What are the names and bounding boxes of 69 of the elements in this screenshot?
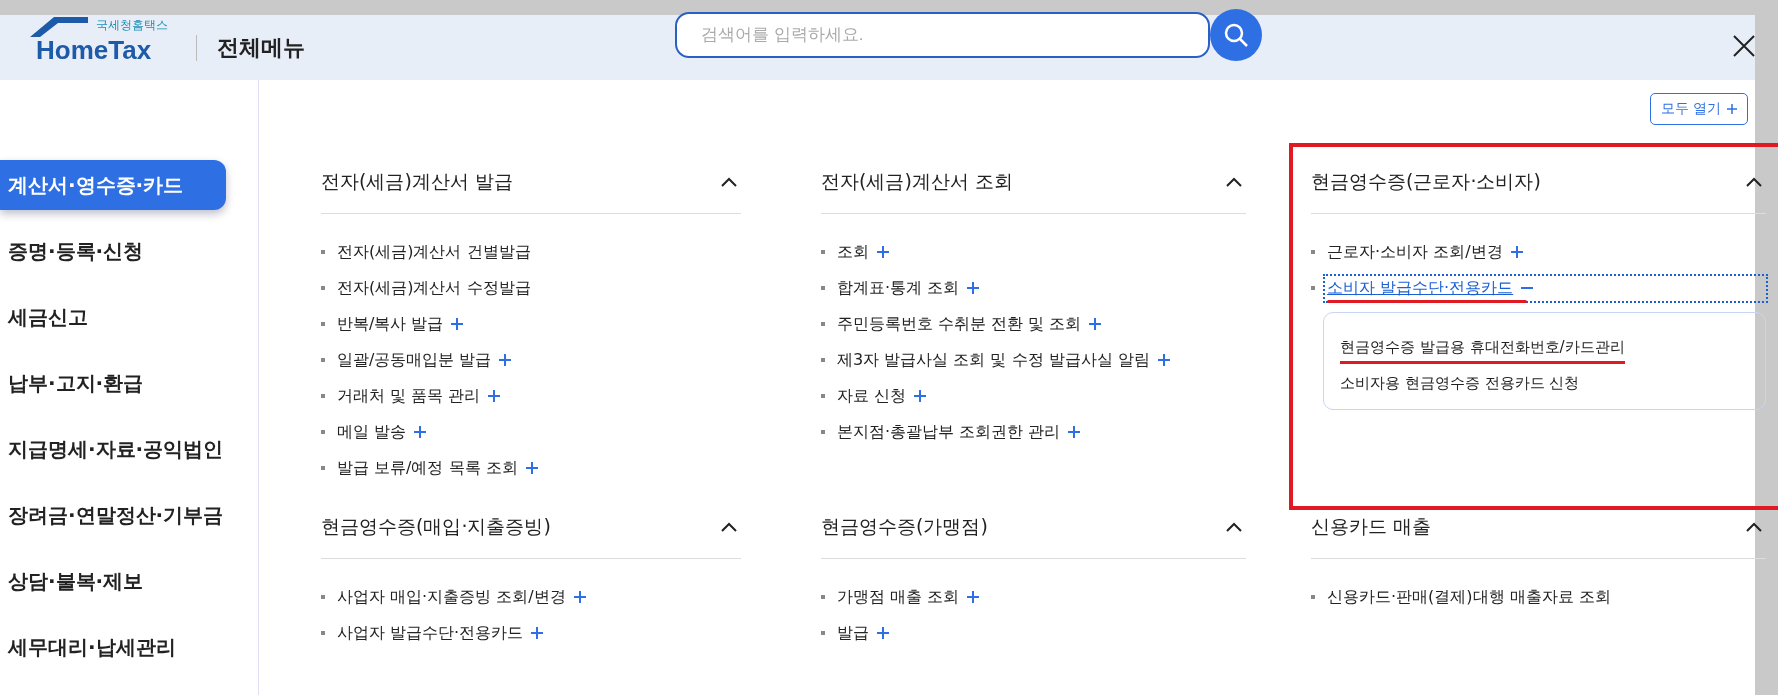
chevron-icon <box>1226 522 1242 532</box>
section-title: 신용카드 매출 <box>1311 514 1432 539</box>
chevron-icon <box>1746 522 1762 532</box>
chevron-icon <box>721 522 737 532</box>
search-field[interactable]: 검색어를 입력하세요. <box>675 12 1210 58</box>
plus-icon <box>531 627 544 639</box>
section-title: 현금영수증(가맹점) <box>821 514 988 539</box>
plus-icon <box>967 282 980 294</box>
plus-icon <box>451 318 464 330</box>
sidebar-item[interactable]: 세무대리·납세관리 <box>0 622 258 672</box>
plus-icon <box>499 354 512 366</box>
menu-link[interactable]: 전자(세금)계산서 건별발급 <box>335 239 533 265</box>
menu-title: 전체메뉴 <box>217 33 305 62</box>
house-roof-icon <box>28 14 90 39</box>
plus-icon <box>1068 426 1081 438</box>
plus-icon <box>573 591 586 603</box>
menu-link[interactable]: 신용카드·판매(결제)대행 매출자료 조회 <box>1325 584 1613 610</box>
menu-link[interactable]: 본지점·총괄납부 조회권한 관리 <box>835 419 1083 445</box>
chevron-icon <box>1226 177 1242 187</box>
menu-link[interactable]: 조회 <box>835 239 891 265</box>
menu-link[interactable]: 주민등록번호 수취분 전환 및 조회 <box>835 311 1104 337</box>
submenu-link[interactable]: 현금영수증 발급용 휴대전화번호/카드관리 <box>1340 332 1625 364</box>
chevron-icon <box>721 177 737 187</box>
plus-icon <box>1157 354 1170 366</box>
section-title: 현금영수증(매입·지출증빙) <box>321 514 551 539</box>
logo-text: HomeTax <box>36 34 152 66</box>
section-title: 현금영수증(근로자·소비자) <box>1311 169 1541 194</box>
menu-link[interactable]: 소비자 발급수단·전용카드 <box>1325 275 1766 301</box>
sidebar-item[interactable]: 세금신고 <box>0 292 258 342</box>
close-button[interactable] <box>1733 35 1755 57</box>
sidebar-item[interactable]: 납부·고지·환급 <box>0 358 258 408</box>
sidebar-item[interactable]: 증명·등록·신청 <box>0 226 258 276</box>
plus-icon <box>1727 104 1737 114</box>
chevron-icon <box>1746 177 1762 187</box>
menu-link[interactable]: 합계표·통계 조회 <box>835 275 982 301</box>
plus-icon <box>414 426 427 438</box>
menu-link[interactable]: 자료 신청 <box>835 383 929 409</box>
plus-icon <box>488 390 501 402</box>
search-icon <box>1223 22 1249 48</box>
menu-link[interactable]: 발급 <box>835 620 891 646</box>
section-title: 전자(세금)계산서 발급 <box>321 169 513 194</box>
menu-link[interactable]: 근로자·소비자 조회/변경 <box>1325 239 1525 265</box>
search-button[interactable] <box>1210 9 1262 61</box>
section-title: 전자(세금)계산서 조회 <box>821 169 1013 194</box>
plus-icon <box>914 390 927 402</box>
plus-icon <box>877 627 889 639</box>
menu-link[interactable]: 사업자 발급수단·전용카드 <box>335 620 546 646</box>
menu-link[interactable]: 사업자 매입·지출증빙 조회/변경 <box>335 584 588 610</box>
sidebar-item[interactable]: 장려금·연말정산·기부금 <box>0 490 258 540</box>
menu-link[interactable]: 일괄/공동매입분 발급 <box>335 347 514 373</box>
menu-link[interactable]: 발급 보류/예정 목록 조회 <box>335 455 540 481</box>
close-icon <box>1733 35 1755 57</box>
menu-link[interactable]: 가맹점 매출 조회 <box>835 584 982 610</box>
logo-caption: 국세청홈택스 <box>96 16 168 34</box>
menu-link[interactable]: 메일 발송 <box>335 419 429 445</box>
plus-icon <box>877 246 889 258</box>
plus-icon <box>967 591 980 603</box>
sidebar-item[interactable]: 계산서·영수증·카드 <box>0 160 226 210</box>
submenu-link[interactable]: 소비자용 현금영수증 전용카드 신청 <box>1340 368 1580 400</box>
plus-icon <box>1089 318 1102 330</box>
sidebar-item[interactable]: 상담·불복·제보 <box>0 556 258 606</box>
sidebar-item[interactable]: 지급명세·자료·공익법인 <box>0 424 258 474</box>
menu-link[interactable]: 거래처 및 품목 관리 <box>335 383 503 409</box>
plus-icon <box>1510 246 1523 258</box>
menu-link[interactable]: 제3자 발급사실 조회 및 수정 발급사실 알림 <box>835 347 1172 373</box>
menu-link[interactable]: 전자(세금)계산서 수정발급 <box>335 275 533 301</box>
open-all-button[interactable]: 모두 열기 <box>1649 93 1748 125</box>
menu-link[interactable]: 반복/복사 발급 <box>335 311 466 337</box>
plus-icon <box>525 462 538 474</box>
